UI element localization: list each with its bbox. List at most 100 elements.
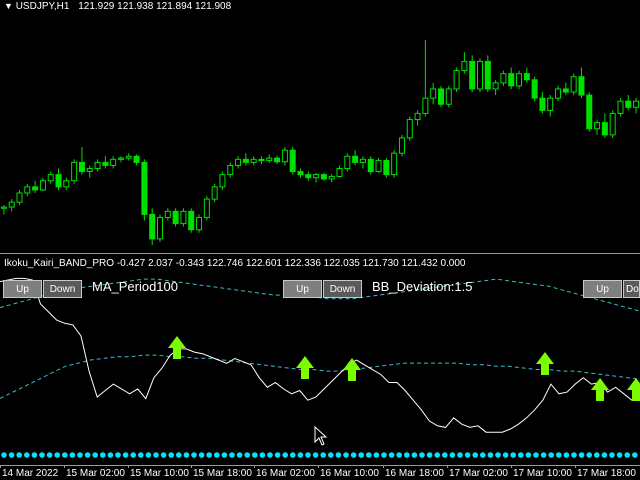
signal-dot [366,452,372,458]
trading-chart[interactable]: ▼ USDJPY,H1 121.929 121.938 121.894 121.… [0,0,640,480]
signal-dot [198,452,205,458]
candle-body [344,155,351,170]
down-button-1[interactable]: Down [43,280,82,298]
candle-body [203,198,210,218]
candle-body [352,155,359,163]
candle-body [297,171,304,176]
signal-dot [107,452,114,458]
candle-body [289,149,296,173]
signal-dot [464,452,471,458]
down-button-3[interactable]: Down [623,280,640,298]
signal-dot [525,452,532,458]
signal-dot [502,452,509,458]
time-tick-mark [511,465,512,468]
candle-body [609,112,616,136]
signal-dot [411,452,418,458]
signal-dot [145,452,152,458]
signal-dot [586,452,592,458]
candle-body [320,174,327,180]
time-tick-label: 17 Mar 02:00 [449,468,508,479]
candle-body [227,164,234,176]
up-button-3[interactable]: Up [583,280,622,298]
signal-dot [548,452,554,458]
candle-body [188,210,195,231]
indicator-header: Ikoku_Kairi_BAND_PRO -0.427 2.037 -0.343… [4,258,466,269]
candle-body [305,174,312,179]
signal-dot [115,452,121,458]
candle-body [78,161,85,173]
candle-body [32,186,39,191]
candle-body [469,60,476,90]
candle-body [484,60,491,90]
candle-body [328,175,335,180]
collapse-triangle-icon[interactable]: ▼ [4,1,13,11]
time-tick-label: 16 Mar 10:00 [320,468,379,479]
candle-body [437,88,444,105]
signal-dot [328,452,334,458]
signal-dot [632,452,638,458]
chart-canvas[interactable] [0,0,640,480]
signal-dot [122,452,129,458]
candle-body [414,112,421,121]
up-button-1[interactable]: Up [3,280,42,298]
candle-body [500,73,507,84]
candle-body [547,97,554,111]
candle-body [0,206,7,209]
candle-body [398,137,405,154]
panel-separator[interactable] [0,253,640,254]
up-arrow-shape [536,352,554,375]
signal-dot [388,452,395,458]
time-tick-mark [254,465,255,468]
signal-dot [518,452,524,458]
signal-dot [510,452,516,458]
signal-dot [578,452,585,458]
up-arrow-icon [591,378,609,401]
signal-dot [54,452,60,458]
signal-dot [274,452,281,458]
signal-dot [563,452,570,458]
candle-body [601,122,608,136]
signal-dot [426,452,433,458]
signal-dot [358,452,365,458]
signal-dot [396,452,403,458]
down-button-2[interactable]: Down [323,280,362,298]
ohlc-values: 121.929 121.938 121.894 121.908 [78,1,232,12]
up-button-2[interactable]: Up [283,280,322,298]
time-tick-mark [64,465,65,468]
candle-body [617,100,624,114]
candle-body [71,161,78,182]
signal-dot [290,452,296,458]
candle-body [180,210,187,225]
candle-body [125,155,132,159]
candle-body [94,161,101,170]
signal-dot [320,452,327,458]
signal-dot [312,452,319,458]
time-tick-mark [318,465,319,468]
symbol-label: USDJPY,H1 [15,1,70,12]
candle-body [523,73,530,81]
candle-body [133,155,140,163]
candle-body [242,158,249,163]
candle-body [453,70,460,90]
candle-body [274,157,281,163]
candle-body [477,60,483,90]
signal-dot [373,452,380,458]
signal-dot [495,452,501,458]
time-tick-label: 16 Mar 18:00 [385,468,444,479]
candle-body [594,122,601,130]
candle-body [86,168,93,173]
main-chart-header: ▼ USDJPY,H1 121.929 121.938 121.894 121.… [4,1,231,12]
candle-body [570,76,577,93]
up-arrow-icon [168,336,186,359]
time-tick-mark [575,465,576,468]
signal-dot [153,452,159,458]
signal-dot [206,452,212,458]
candle-body [539,97,546,111]
time-tick-label: 14 Mar 2022 [2,468,59,479]
signal-dot [46,452,53,458]
signal-dot [62,452,68,458]
up-arrow-icon [536,352,554,375]
signal-dot [92,452,98,458]
candle-body [117,157,124,160]
signal-dot [229,452,235,458]
